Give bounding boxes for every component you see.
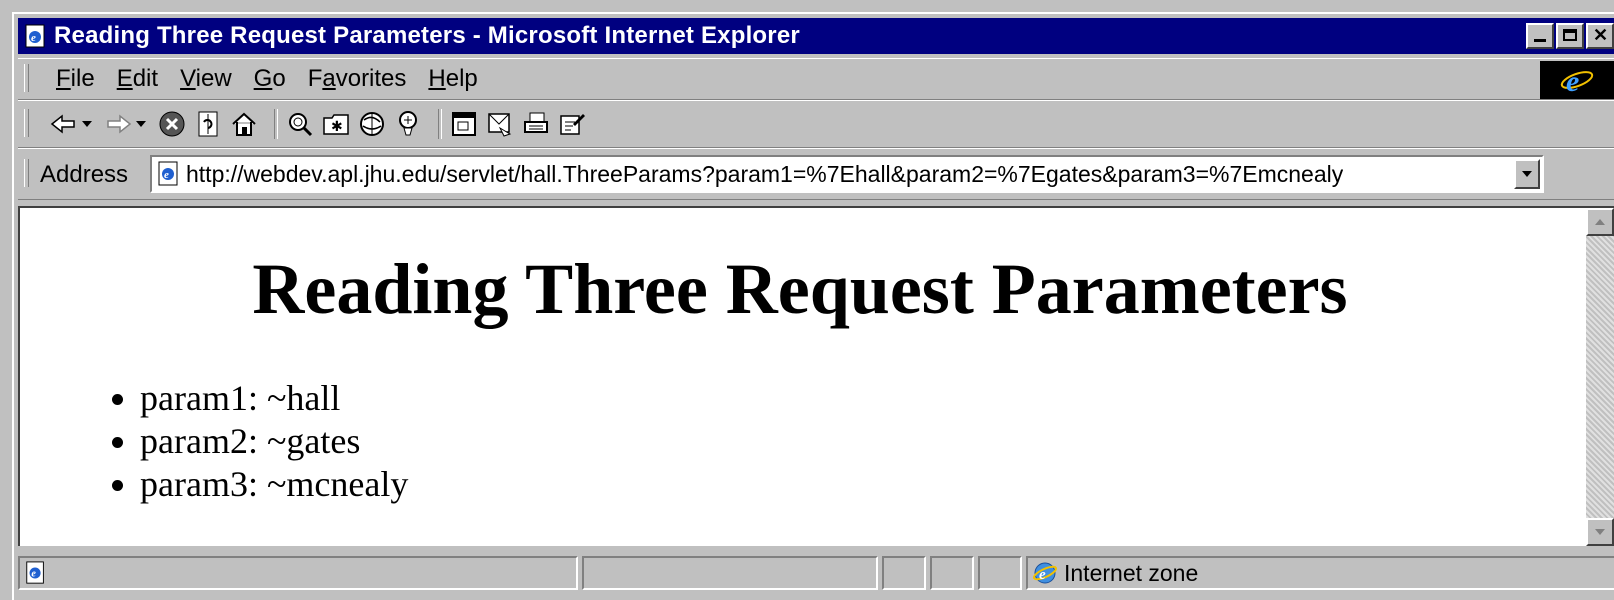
menu-items: File Edit View Go Favorites Help [48,65,492,93]
edit-icon [560,114,585,135]
list-item: param3: ~mcnealy [140,463,1614,506]
menu-grip[interactable] [24,64,29,92]
ie-page-icon: e [25,24,45,48]
menu-help-accel: H [428,65,446,92]
menu-go-label: o [272,65,286,92]
menu-edit-label: dit [132,65,159,92]
favorites-icon: ✱ [323,114,349,135]
menu-edit[interactable]: Edit [109,65,172,93]
channels-button[interactable] [394,110,422,138]
chevron-down-icon [1522,171,1532,177]
address-input[interactable]: e http://webdev.apl.jhu.edu/servlet/hall… [150,155,1544,193]
svg-text:e: e [164,169,169,181]
mail-icon [488,113,512,137]
window-title: Reading Three Request Parameters - Micro… [54,22,800,49]
svg-text:e: e [31,569,36,580]
list-item: param2: ~gates [140,420,1614,463]
status-zone-panel: e Internet zone [1026,556,1614,590]
back-button[interactable] [50,112,96,136]
menu-help-label: elp [445,65,478,92]
menu-view[interactable]: View [172,65,246,93]
menu-file-accel: F [56,65,71,92]
page-content: Reading Three Request Parameters param1:… [18,206,1614,546]
menu-file[interactable]: File [48,65,109,93]
refresh-button[interactable] [194,110,222,138]
menu-favorites[interactable]: Favorites [300,65,421,93]
history-icon [360,112,384,136]
scroll-down-button[interactable] [1586,518,1614,546]
browser-window: e Reading Three Request Parameters - Mic… [12,12,1614,600]
svg-text:e: e [31,32,36,44]
print-button[interactable] [522,110,550,138]
fullscreen-button[interactable] [450,110,478,138]
menu-view-label: iew [195,65,232,92]
status-bar: e e Internet zone [18,552,1614,594]
favorites-button[interactable]: ✱ [322,110,350,138]
stop-icon [159,111,185,137]
search-icon [289,113,313,137]
address-label: Address [40,161,129,188]
ie-logo-icon: e [1560,65,1594,96]
home-button[interactable] [230,110,258,138]
status-progress-panel [582,556,878,590]
toolbar-buttons: ✱ [50,109,594,139]
menu-favorites-label: vorites [335,65,407,92]
close-button[interactable] [1586,23,1614,49]
status-panel [978,556,1022,590]
window-controls [1526,23,1614,49]
menu-favorites-accel: a [322,65,336,92]
menu-go[interactable]: Go [246,65,300,93]
address-grip[interactable] [24,159,29,187]
back-icon [50,114,92,134]
arrow-up-icon [1595,219,1605,225]
menu-edit-accel: E [116,65,133,92]
toolbar-separator [274,109,278,139]
param-list: param1: ~hall param2: ~gates param3: ~mc… [20,377,1614,506]
svg-text:e: e [1039,567,1046,583]
scroll-up-button[interactable] [1586,208,1614,236]
refresh-icon [198,111,218,137]
search-button[interactable] [286,110,314,138]
edit-button[interactable] [558,110,586,138]
menu-bar: File Edit View Go Favorites Help e [18,58,1614,100]
mail-button[interactable] [486,110,514,138]
menu-go-accel: G [253,65,273,92]
maximize-button[interactable] [1556,23,1584,49]
menu-help[interactable]: Help [420,65,491,93]
print-icon [524,112,548,133]
forward-button[interactable] [104,112,150,136]
status-main-panel: e [18,556,578,590]
address-dropdown-button[interactable] [1514,159,1540,189]
standard-toolbar: ✱ [18,100,1614,148]
status-panel [930,556,974,590]
page-heading: Reading Three Request Parameters [252,249,1348,329]
status-panel [882,556,926,590]
toolbar-grip[interactable] [24,109,29,137]
menu-view-accel: V [180,65,196,92]
vertical-scrollbar[interactable] [1586,208,1614,546]
ie-logo: e [1540,61,1614,99]
address-url: http://webdev.apl.jhu.edu/servlet/hall.T… [186,160,1344,187]
arrow-down-icon [1595,529,1605,535]
svg-text:✱: ✱ [331,119,343,135]
ie-page-icon: e [26,561,44,584]
title-bar[interactable]: e Reading Three Request Parameters - Mic… [18,18,1614,54]
globe-icon: e [1032,562,1058,584]
list-item: param1: ~hall [140,377,1614,420]
menu-favorites-pre: F [307,65,323,92]
ie-page-icon: e [158,161,178,186]
address-bar: Address e http://webdev.apl.jhu.edu/serv… [18,148,1614,200]
minimize-button[interactable] [1526,23,1554,49]
stop-button[interactable] [158,110,186,138]
fullscreen-icon [452,112,476,136]
channels-icon [399,111,417,136]
home-icon [232,112,256,136]
svg-text:e: e [1566,65,1579,96]
menu-file-label: ile [70,65,95,92]
toolbar-separator [438,109,442,139]
forward-icon [107,114,146,134]
history-button[interactable] [358,110,386,138]
security-zone-label: Internet zone [1064,559,1199,586]
